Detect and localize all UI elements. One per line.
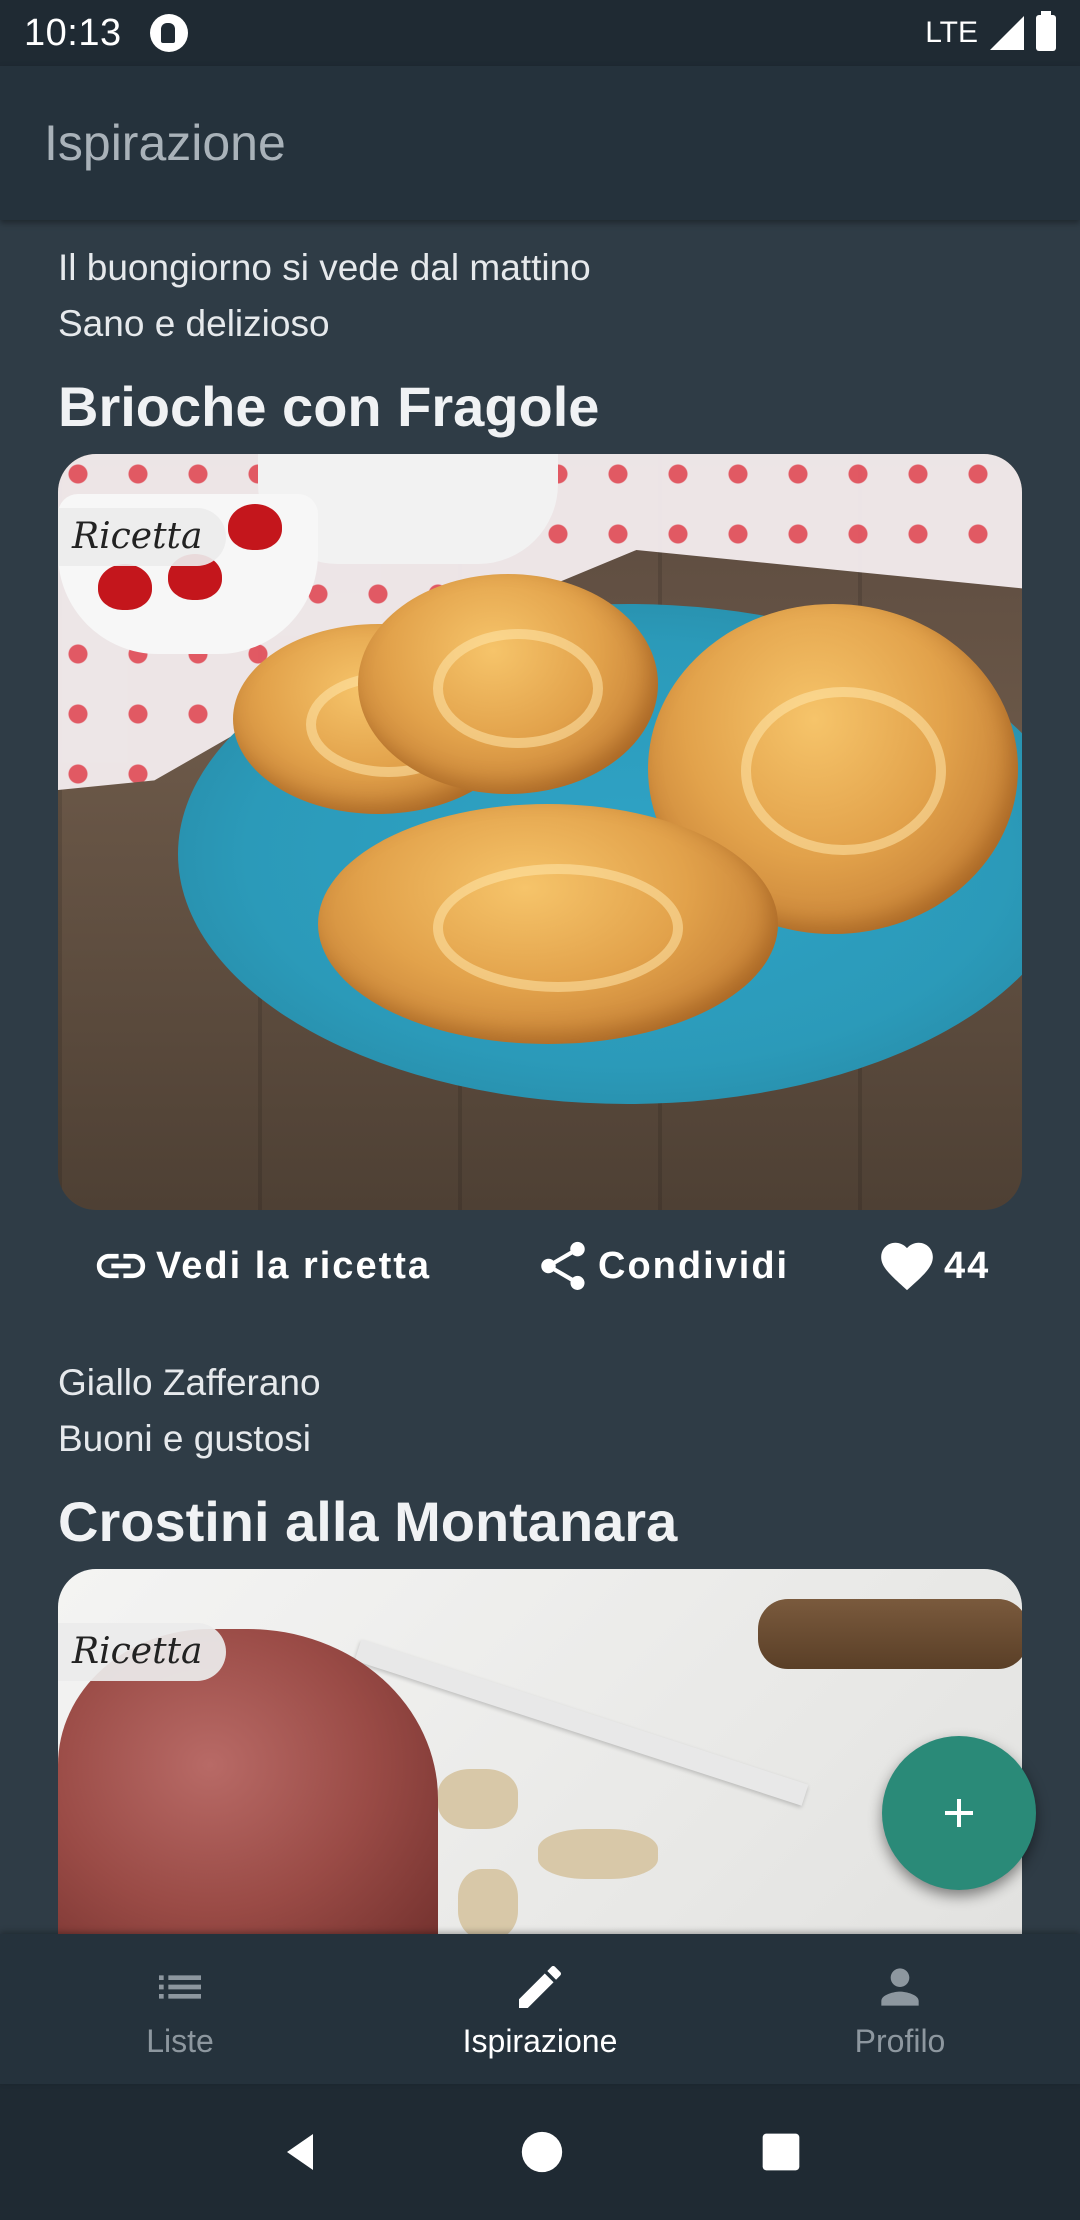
nav-item-profilo[interactable]: Profilo xyxy=(720,1934,1080,2084)
home-icon[interactable] xyxy=(520,2130,564,2174)
share-button[interactable]: Condividi xyxy=(534,1237,789,1295)
network-type: LTE xyxy=(925,16,978,49)
recipe-tag: Ricetta xyxy=(58,1623,226,1681)
brioche-photo xyxy=(58,454,1022,1210)
battery-icon xyxy=(1036,11,1056,51)
recipe-image[interactable]: Ricetta xyxy=(58,1569,1022,1934)
heart-icon xyxy=(881,1242,933,1291)
back-icon[interactable] xyxy=(277,2128,325,2176)
card-actions: Vedi la ricetta Condividi 44 xyxy=(58,1210,1022,1322)
like-button[interactable]: 44 xyxy=(876,1235,990,1297)
share-label: Condividi xyxy=(598,1244,790,1287)
like-count: 44 xyxy=(944,1244,991,1287)
share-icon xyxy=(541,1241,585,1290)
pencil-icon xyxy=(519,1965,562,2008)
view-recipe-button[interactable]: Vedi la ricetta xyxy=(92,1237,431,1295)
status-bar: 10:13 LTE xyxy=(0,0,1080,66)
app-bar: Ispirazione xyxy=(0,66,1080,220)
system-navigation xyxy=(0,2084,1080,2220)
nav-label: Liste xyxy=(146,2022,214,2059)
link-icon xyxy=(96,1253,146,1279)
view-recipe-label: Vedi la ricetta xyxy=(156,1244,432,1287)
recipe-image[interactable]: Ricetta xyxy=(58,454,1022,1210)
recipe-card: Giallo Zafferano Buoni e gustosi Crostin… xyxy=(58,1355,1022,1934)
bottom-navigation: Liste Ispirazione Profilo xyxy=(0,1934,1080,2084)
nav-label: Profilo xyxy=(854,2022,946,2059)
page-title: Ispirazione xyxy=(44,115,286,171)
recipe-card: Il buongiorno si vede dal mattino Sano e… xyxy=(58,240,1022,1322)
notification-app-icon xyxy=(149,14,188,52)
nav-item-liste[interactable]: Liste xyxy=(0,1934,360,2084)
card-title: Brioche con Fragole xyxy=(58,375,600,438)
person-icon xyxy=(881,1967,919,2006)
list-icon xyxy=(159,1974,201,1999)
inspiration-feed[interactable]: Il buongiorno si vede dal mattino Sano e… xyxy=(0,220,1080,1934)
card-subtitle: Sano e delizioso xyxy=(58,303,330,344)
recents-icon[interactable] xyxy=(759,2130,803,2174)
status-indicators: LTE xyxy=(925,11,1056,51)
plus-icon xyxy=(945,1799,973,1827)
card-subtitle: Buoni e gustosi xyxy=(58,1418,312,1459)
nav-item-ispirazione[interactable]: Ispirazione xyxy=(360,1934,720,2084)
signal-icon xyxy=(990,16,1024,50)
card-source: Giallo Zafferano xyxy=(58,1362,321,1403)
recipe-tag: Ricetta xyxy=(58,508,226,566)
nav-label: Ispirazione xyxy=(462,2022,618,2059)
card-source: Il buongiorno si vede dal mattino xyxy=(58,247,591,288)
status-time: 10:13 xyxy=(24,11,122,54)
card-title: Crostini alla Montanara xyxy=(58,1490,678,1553)
add-button[interactable] xyxy=(882,1736,1036,1890)
